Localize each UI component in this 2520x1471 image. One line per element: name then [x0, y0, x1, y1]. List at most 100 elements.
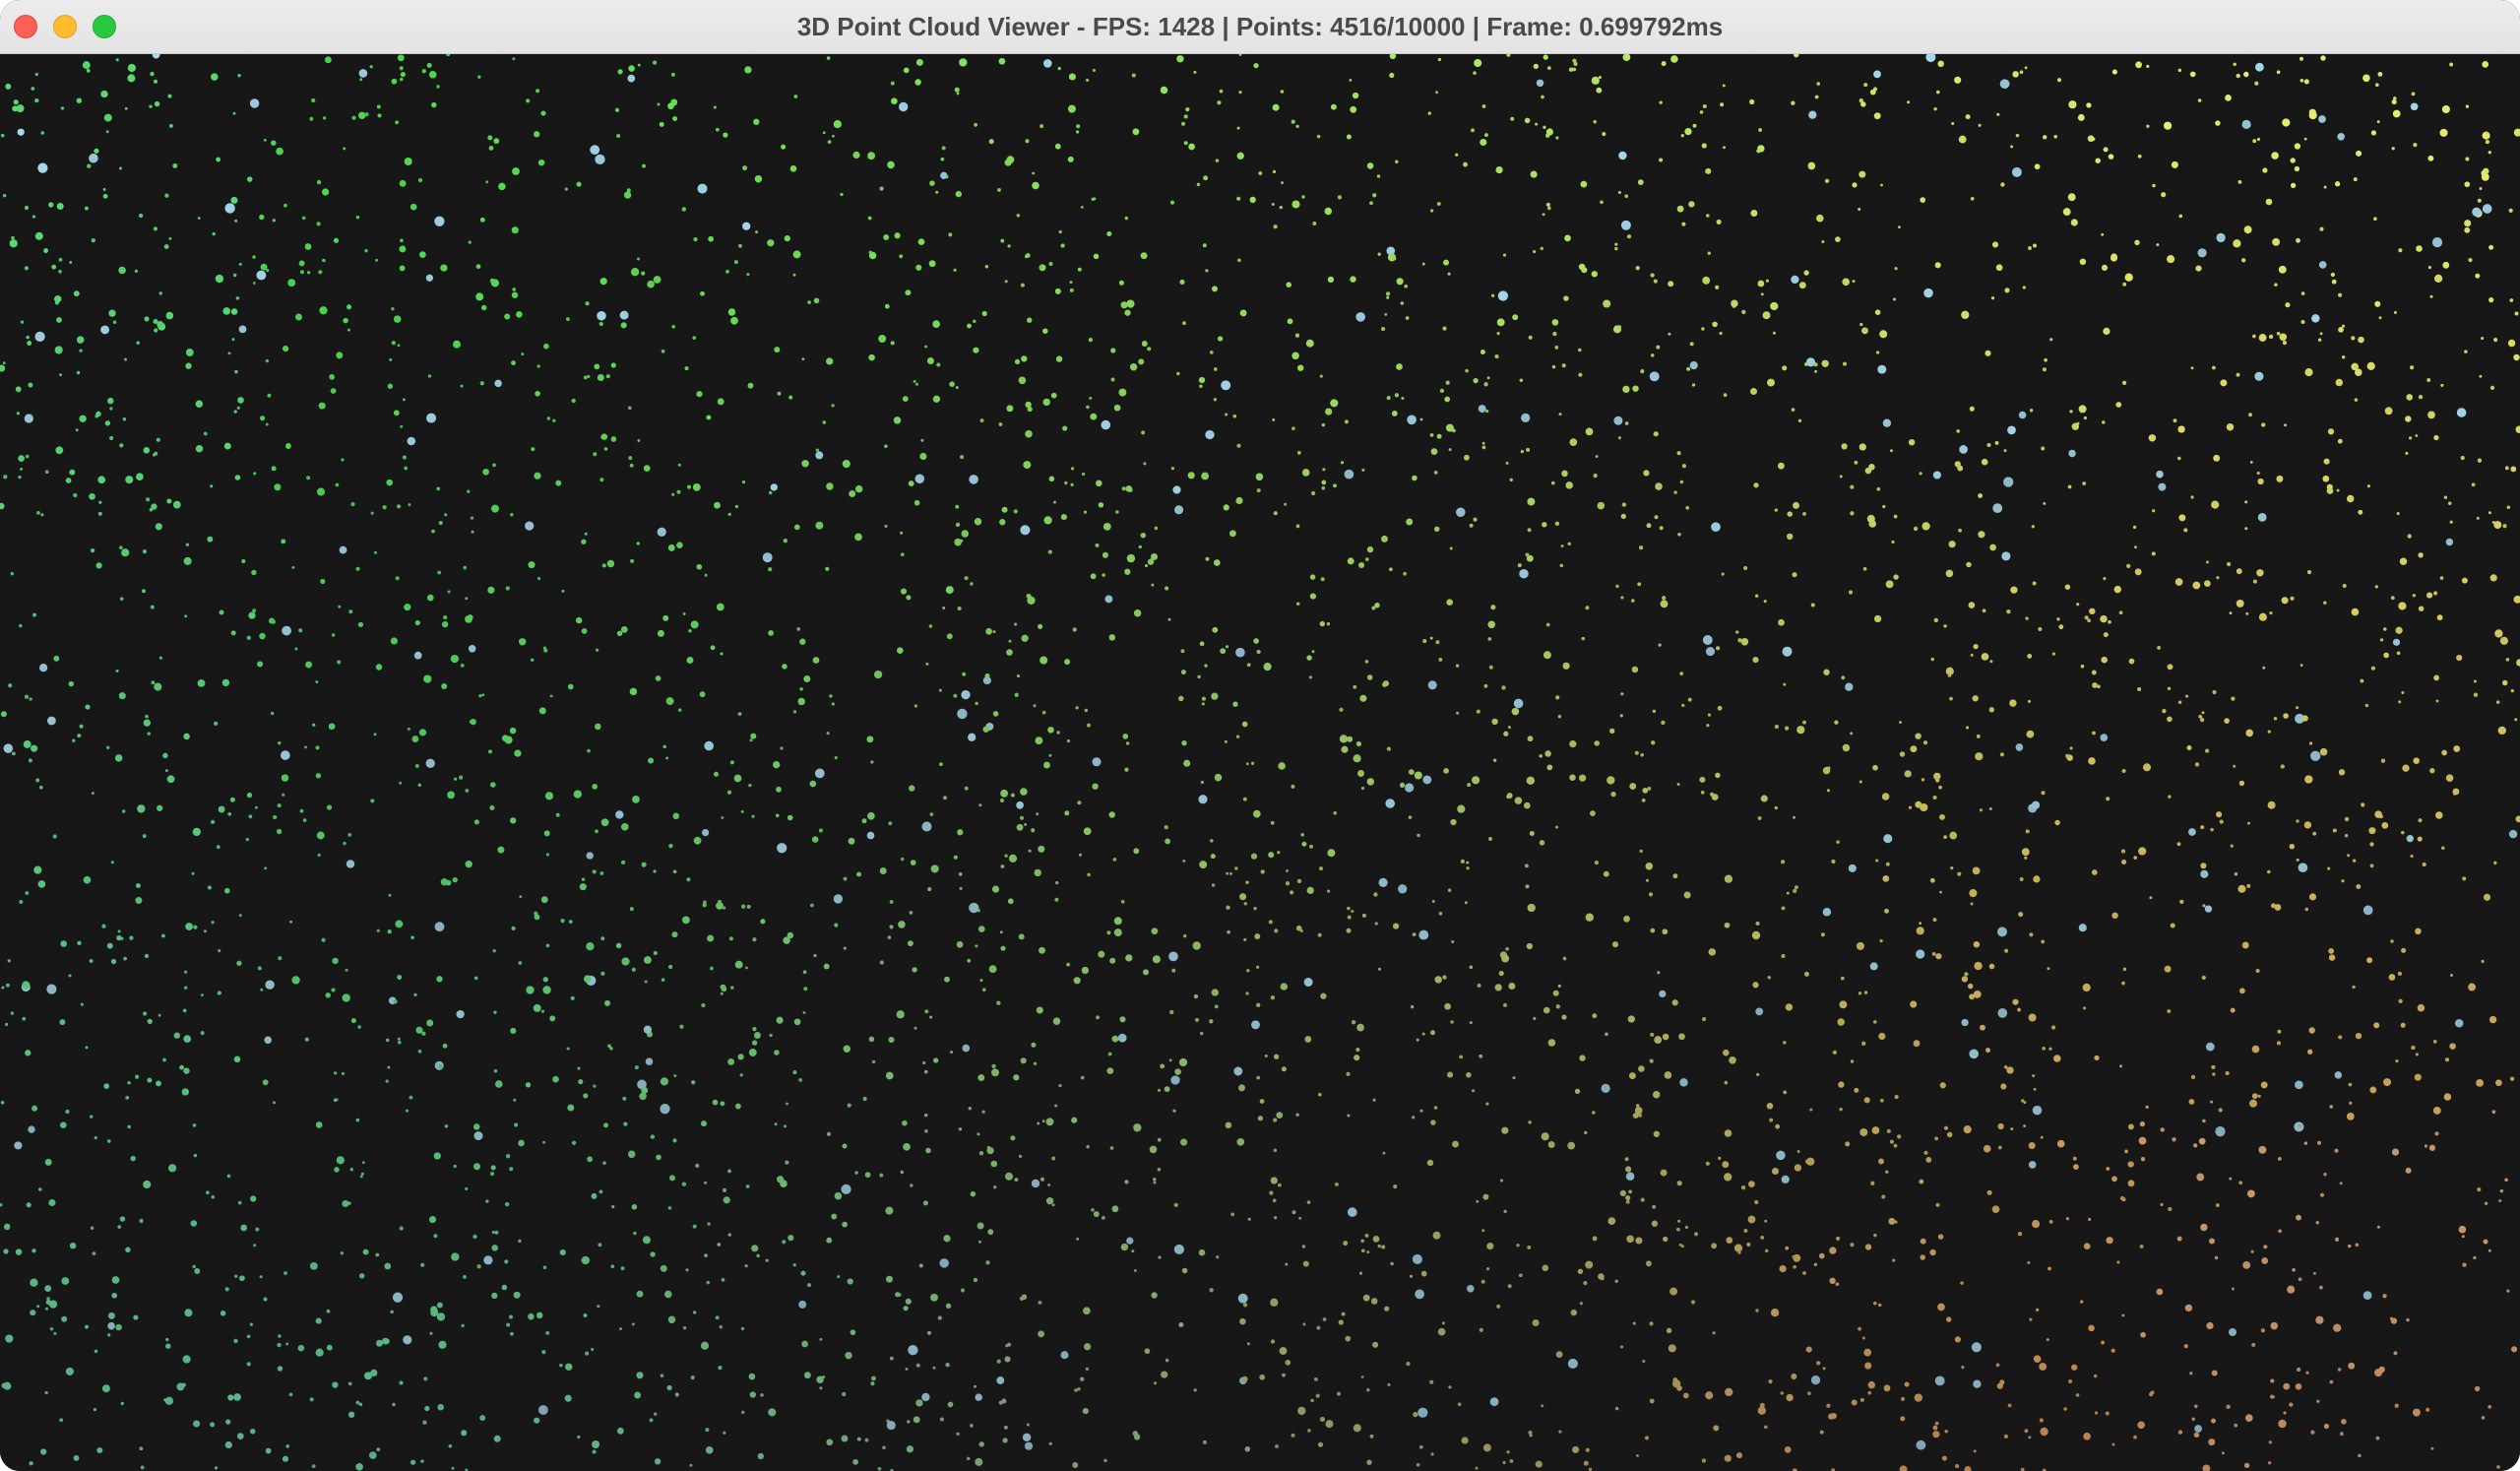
- cloud-point: [395, 576, 400, 581]
- cloud-point: [1961, 1018, 1969, 1027]
- cloud-point: [720, 652, 724, 656]
- cloud-point: [1370, 1298, 1378, 1305]
- cloud-point: [775, 813, 780, 818]
- cloud-point: [1691, 383, 1696, 387]
- cloud-point: [5, 1022, 9, 1027]
- cloud-point: [2244, 500, 2248, 504]
- cloud-point: [264, 866, 268, 870]
- cloud-point: [1245, 991, 1249, 995]
- cloud-point: [592, 1449, 597, 1454]
- cloud-point: [924, 1009, 929, 1014]
- cloud-point: [2260, 1328, 2265, 1333]
- cloud-point: [2361, 802, 2365, 807]
- cloud-point: [89, 153, 98, 163]
- cloud-point: [1043, 761, 1050, 769]
- cloud-point: [519, 895, 523, 898]
- cloud-point: [2206, 560, 2209, 564]
- cloud-point: [0, 364, 6, 372]
- cloud-point: [1292, 200, 1300, 209]
- cloud-point: [866, 736, 874, 743]
- cloud-point: [219, 609, 224, 615]
- cloud-point: [1969, 889, 1978, 898]
- cloud-point: [1961, 310, 1970, 319]
- cloud-point: [2300, 319, 2305, 325]
- cloud-point: [617, 69, 623, 75]
- cloud-point: [603, 447, 608, 451]
- cloud-point: [2407, 534, 2412, 539]
- cloud-point: [95, 562, 102, 569]
- cloud-point: [2255, 969, 2260, 973]
- cloud-point: [708, 235, 714, 242]
- cloud-point: [391, 307, 395, 311]
- cloud-point: [79, 349, 83, 352]
- cloud-point: [1230, 1212, 1235, 1217]
- point-cloud-canvas[interactable]: [0, 54, 2520, 1471]
- cloud-point: [1301, 1245, 1306, 1248]
- cloud-point: [1070, 482, 1074, 486]
- cloud-point: [1540, 246, 1544, 251]
- title-bar[interactable]: 3D Point Cloud Viewer - FPS: 1428 | Poin…: [0, 0, 2520, 54]
- cloud-point: [545, 943, 550, 948]
- cloud-point: [1168, 951, 1178, 962]
- cloud-point: [961, 1288, 965, 1293]
- cloud-point: [119, 545, 123, 550]
- cloud-point: [2337, 438, 2343, 444]
- cloud-point: [2261, 1257, 2269, 1264]
- cloud-point: [600, 936, 605, 941]
- cloud-point: [1919, 472, 1922, 476]
- cloud-point: [2507, 339, 2516, 348]
- point-cloud-viewport[interactable]: [0, 54, 2520, 1471]
- cloud-point: [999, 798, 1005, 803]
- cloud-point: [59, 1019, 66, 1026]
- cloud-point: [1731, 299, 1738, 307]
- cloud-point: [975, 944, 978, 948]
- cloud-point: [834, 923, 839, 927]
- cloud-point: [359, 1175, 363, 1179]
- cloud-point: [252, 282, 256, 285]
- cloud-point: [2376, 120, 2380, 124]
- cloud-point: [1243, 937, 1247, 941]
- cloud-point: [725, 270, 729, 274]
- cloud-point: [1489, 1397, 1499, 1407]
- cloud-point: [1554, 825, 1559, 829]
- cloud-point: [1482, 1443, 1491, 1452]
- cloud-point: [291, 565, 295, 569]
- cloud-point: [1904, 1381, 1910, 1387]
- cloud-point: [1125, 954, 1133, 962]
- cloud-point: [1291, 1433, 1295, 1438]
- cloud-point: [335, 482, 340, 487]
- cloud-point: [1681, 222, 1686, 226]
- cloud-point: [2212, 365, 2216, 370]
- cloud-point: [1735, 630, 1739, 634]
- cloud-point: [1879, 330, 1888, 339]
- cloud-point: [1217, 336, 1224, 342]
- cloud-point: [1894, 1095, 1899, 1100]
- cloud-point: [252, 255, 256, 259]
- cloud-point: [144, 953, 150, 959]
- cloud-point: [637, 257, 640, 261]
- cloud-point: [1700, 791, 1705, 795]
- cloud-point: [1929, 1248, 1936, 1256]
- cloud-point: [434, 216, 445, 226]
- cloud-point: [1990, 296, 1995, 300]
- cloud-point: [579, 883, 587, 891]
- cloud-point: [388, 893, 392, 897]
- cloud-point: [2465, 104, 2470, 108]
- cloud-point: [1746, 1242, 1751, 1247]
- cloud-point: [2041, 446, 2046, 451]
- cloud-point: [2088, 1217, 2092, 1222]
- cloud-point: [2082, 983, 2091, 992]
- cloud-point: [1723, 393, 1728, 397]
- cloud-point: [2318, 261, 2327, 269]
- cloud-point: [741, 480, 746, 484]
- cloud-point: [2493, 521, 2502, 530]
- cloud-point: [216, 157, 221, 162]
- cloud-point: [1888, 1217, 1896, 1225]
- cloud-point: [2, 194, 7, 198]
- cloud-point: [425, 274, 434, 282]
- cloud-point: [2121, 1313, 2125, 1317]
- cloud-point: [1353, 1424, 1361, 1433]
- cloud-point: [1366, 674, 1373, 680]
- cloud-point: [491, 1245, 498, 1251]
- cloud-point: [854, 1171, 858, 1175]
